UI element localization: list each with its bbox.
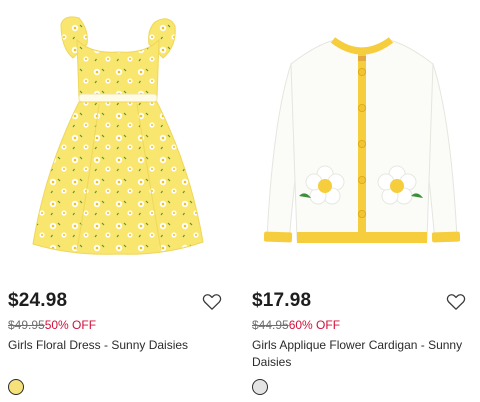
original-price: $49.95 <box>8 318 45 332</box>
sale-price: $24.98 <box>8 290 68 311</box>
product-card: $17.98 $44.9560% OFF Girls Applique Flow… <box>247 0 477 402</box>
product-name-link[interactable]: Girls Floral Dress - Sunny Daisies <box>8 337 230 354</box>
price-row: $17.98 <box>252 290 474 316</box>
product-card: $24.98 $49.9550% OFF Girls Floral Dress … <box>3 0 233 402</box>
heart-outline-icon[interactable] <box>202 293 222 311</box>
original-price: $44.95 <box>252 318 289 332</box>
price-row: $24.98 <box>8 290 230 316</box>
discount-label: 50% OFF <box>44 318 97 332</box>
product-image-flower-cardigan[interactable] <box>247 0 477 272</box>
product-name-link[interactable]: Girls Applique Flower Cardigan - Sunny D… <box>252 337 474 371</box>
color-swatch-yellow[interactable] <box>8 379 24 395</box>
product-image-floral-dress[interactable] <box>3 0 233 272</box>
discount-label: 60% OFF <box>288 318 341 332</box>
color-swatch-white[interactable] <box>252 379 268 395</box>
heart-outline-icon[interactable] <box>446 293 466 311</box>
product-grid: $24.98 $49.9550% OFF Girls Floral Dress … <box>0 0 480 402</box>
sale-price: $17.98 <box>252 290 312 311</box>
price-details: $44.9560% OFF <box>252 318 340 332</box>
price-details: $49.9550% OFF <box>8 318 96 332</box>
